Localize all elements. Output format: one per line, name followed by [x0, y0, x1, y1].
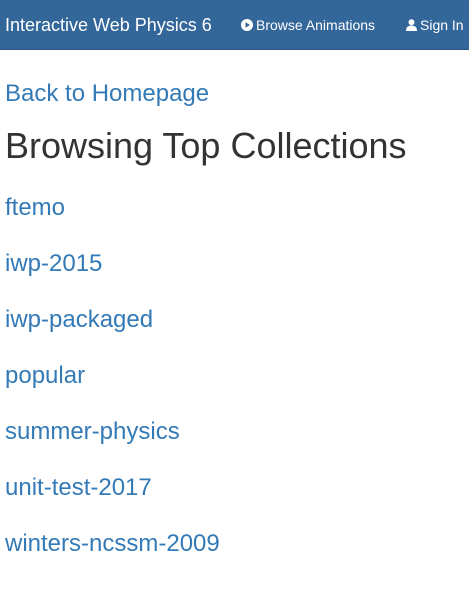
- collection-link[interactable]: winters-ncssm-2009: [5, 530, 220, 557]
- play-circle-icon: [241, 19, 253, 31]
- browse-animations-link[interactable]: Browse Animations: [241, 17, 375, 33]
- sign-in-label: Sign In: [420, 17, 464, 33]
- collection-link[interactable]: summer-physics: [5, 418, 180, 445]
- brand-link[interactable]: Interactive Web Physics 6: [5, 15, 212, 35]
- sign-in-link[interactable]: Sign In: [406, 17, 464, 33]
- collection-link[interactable]: iwp-2015: [5, 250, 102, 277]
- browse-animations-label: Browse Animations: [256, 17, 376, 33]
- list-item: popular: [5, 362, 220, 418]
- list-item: unit-test-2017: [5, 474, 220, 530]
- list-item: ftemo: [5, 194, 220, 250]
- collection-link[interactable]: popular: [5, 362, 85, 389]
- user-icon: [406, 19, 417, 31]
- list-item: summer-physics: [5, 418, 220, 474]
- page-title: Browsing Top Collections: [5, 125, 407, 166]
- list-item: winters-ncssm-2009: [5, 530, 220, 586]
- collection-list: ftemo iwp-2015 iwp-packaged popular summ…: [5, 194, 220, 586]
- list-item: iwp-packaged: [5, 306, 220, 362]
- navbar: Interactive Web Physics 6 Browse Animati…: [0, 0, 469, 50]
- list-item: iwp-2015: [5, 250, 220, 306]
- collection-link[interactable]: iwp-packaged: [5, 306, 153, 333]
- back-to-homepage-link[interactable]: Back to Homepage: [5, 80, 209, 108]
- collection-link[interactable]: ftemo: [5, 194, 65, 221]
- collection-link[interactable]: unit-test-2017: [5, 474, 152, 501]
